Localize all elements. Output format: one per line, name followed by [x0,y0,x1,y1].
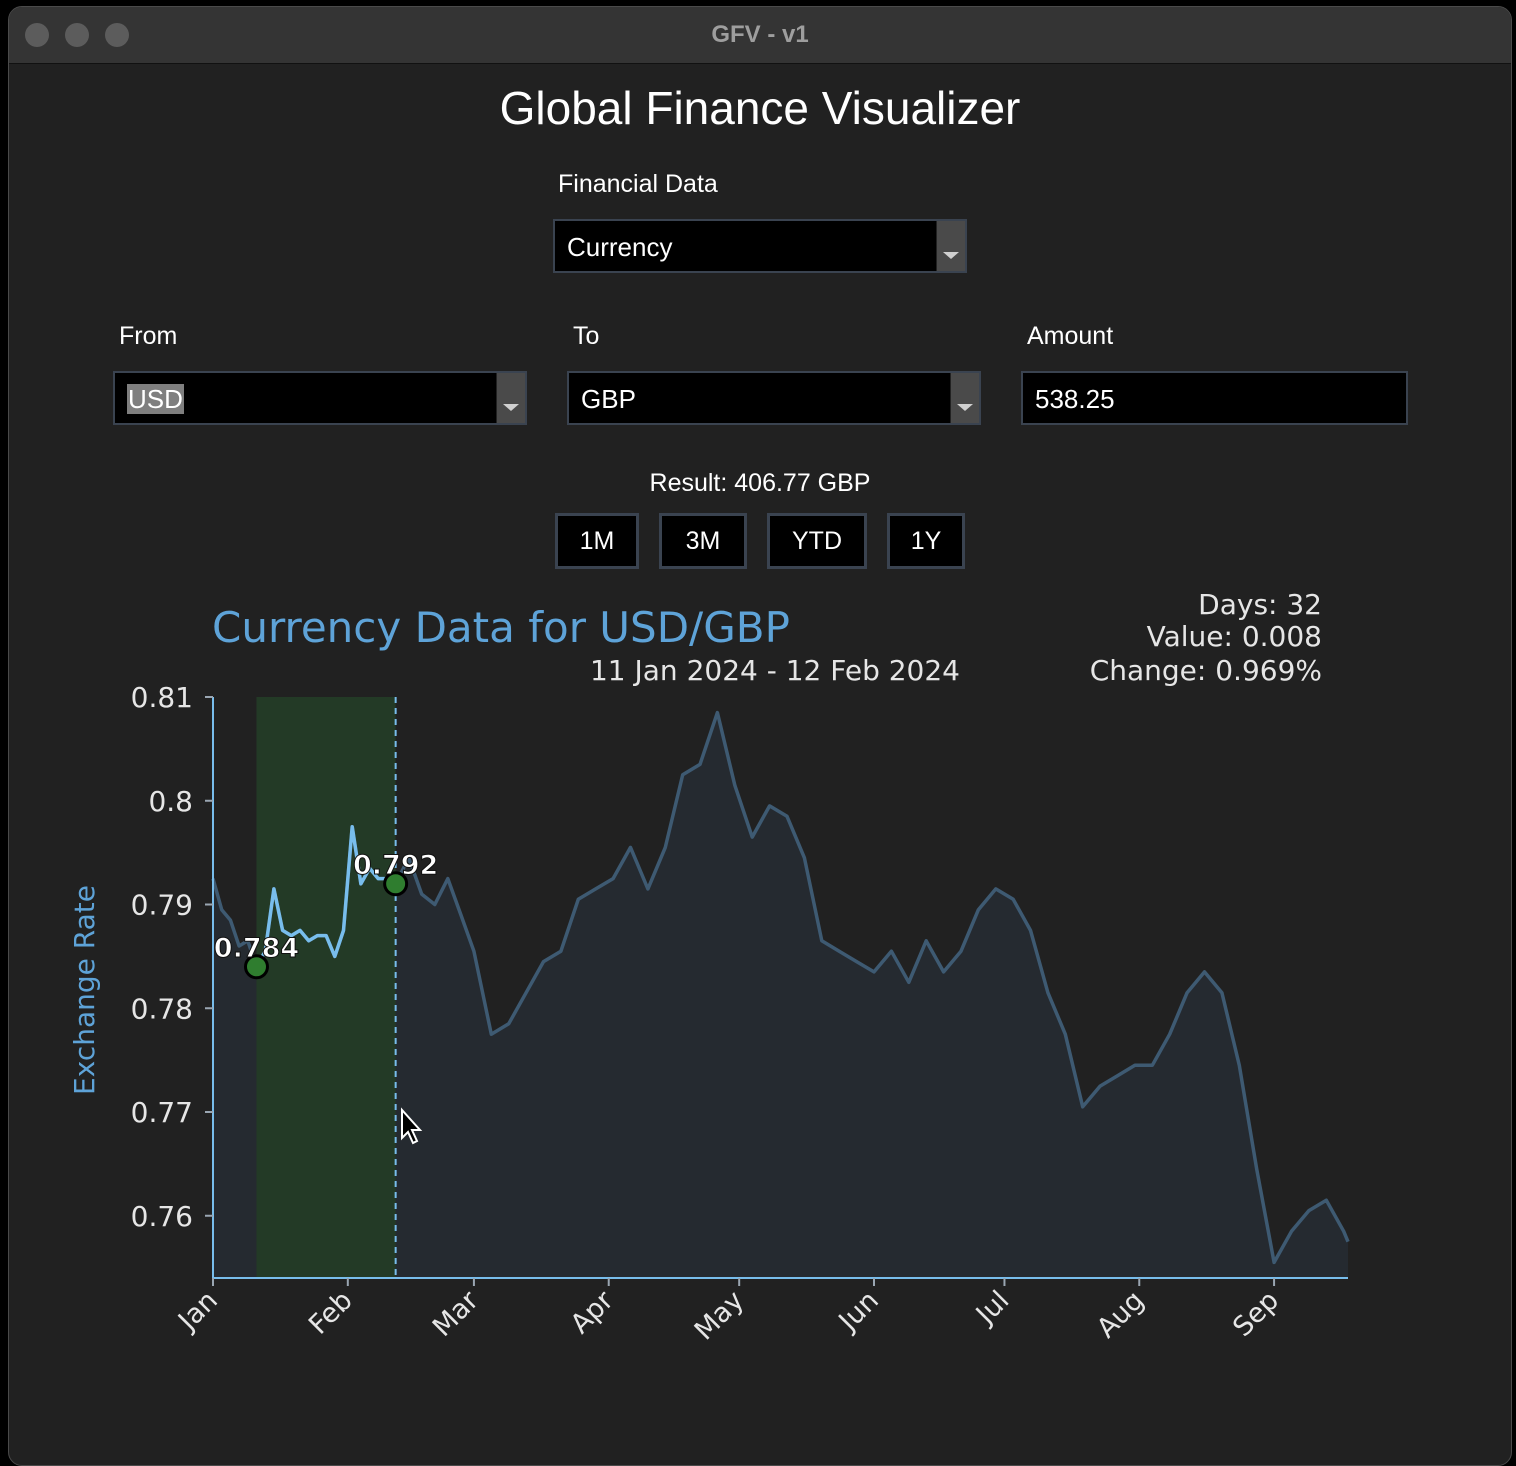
data-point-label: 0.792 [353,850,438,881]
y-axis-label: Exchange Rate [68,885,101,1095]
x-tick-label: Jan [171,1285,224,1338]
x-tick-label: Jun [832,1285,885,1338]
x-tick-label: May [689,1285,750,1346]
y-tick-label: 0.78 [131,992,193,1025]
data-point-label: 0.784 [214,933,299,964]
exchange-rate-chart[interactable]: Currency Data for USD/GBP 11 Jan 2024 - … [0,0,1516,1466]
x-tick-label: Jul [969,1285,1015,1331]
selection-range[interactable] [256,697,396,1278]
y-tick-label: 0.77 [131,1096,193,1129]
stat-change: Change: 0.969% [1090,654,1322,687]
x-tick-label: Mar [427,1284,486,1343]
y-tick-label: 0.76 [131,1200,193,1233]
stat-days: Days: 32 [1198,588,1322,621]
x-tick-label: Apr [565,1284,621,1340]
stat-value: Value: 0.008 [1147,620,1322,653]
y-tick-label: 0.81 [131,681,193,714]
chart-title: Currency Data for USD/GBP [212,603,790,652]
chart-subtitle: 11 Jan 2024 - 12 Feb 2024 [590,654,960,687]
x-tick-label: Aug [1091,1285,1150,1344]
x-tick-label: Sep [1227,1285,1285,1343]
y-tick-label: 0.79 [131,889,193,922]
y-tick-label: 0.8 [148,785,193,818]
x-tick-label: Feb [303,1285,359,1341]
